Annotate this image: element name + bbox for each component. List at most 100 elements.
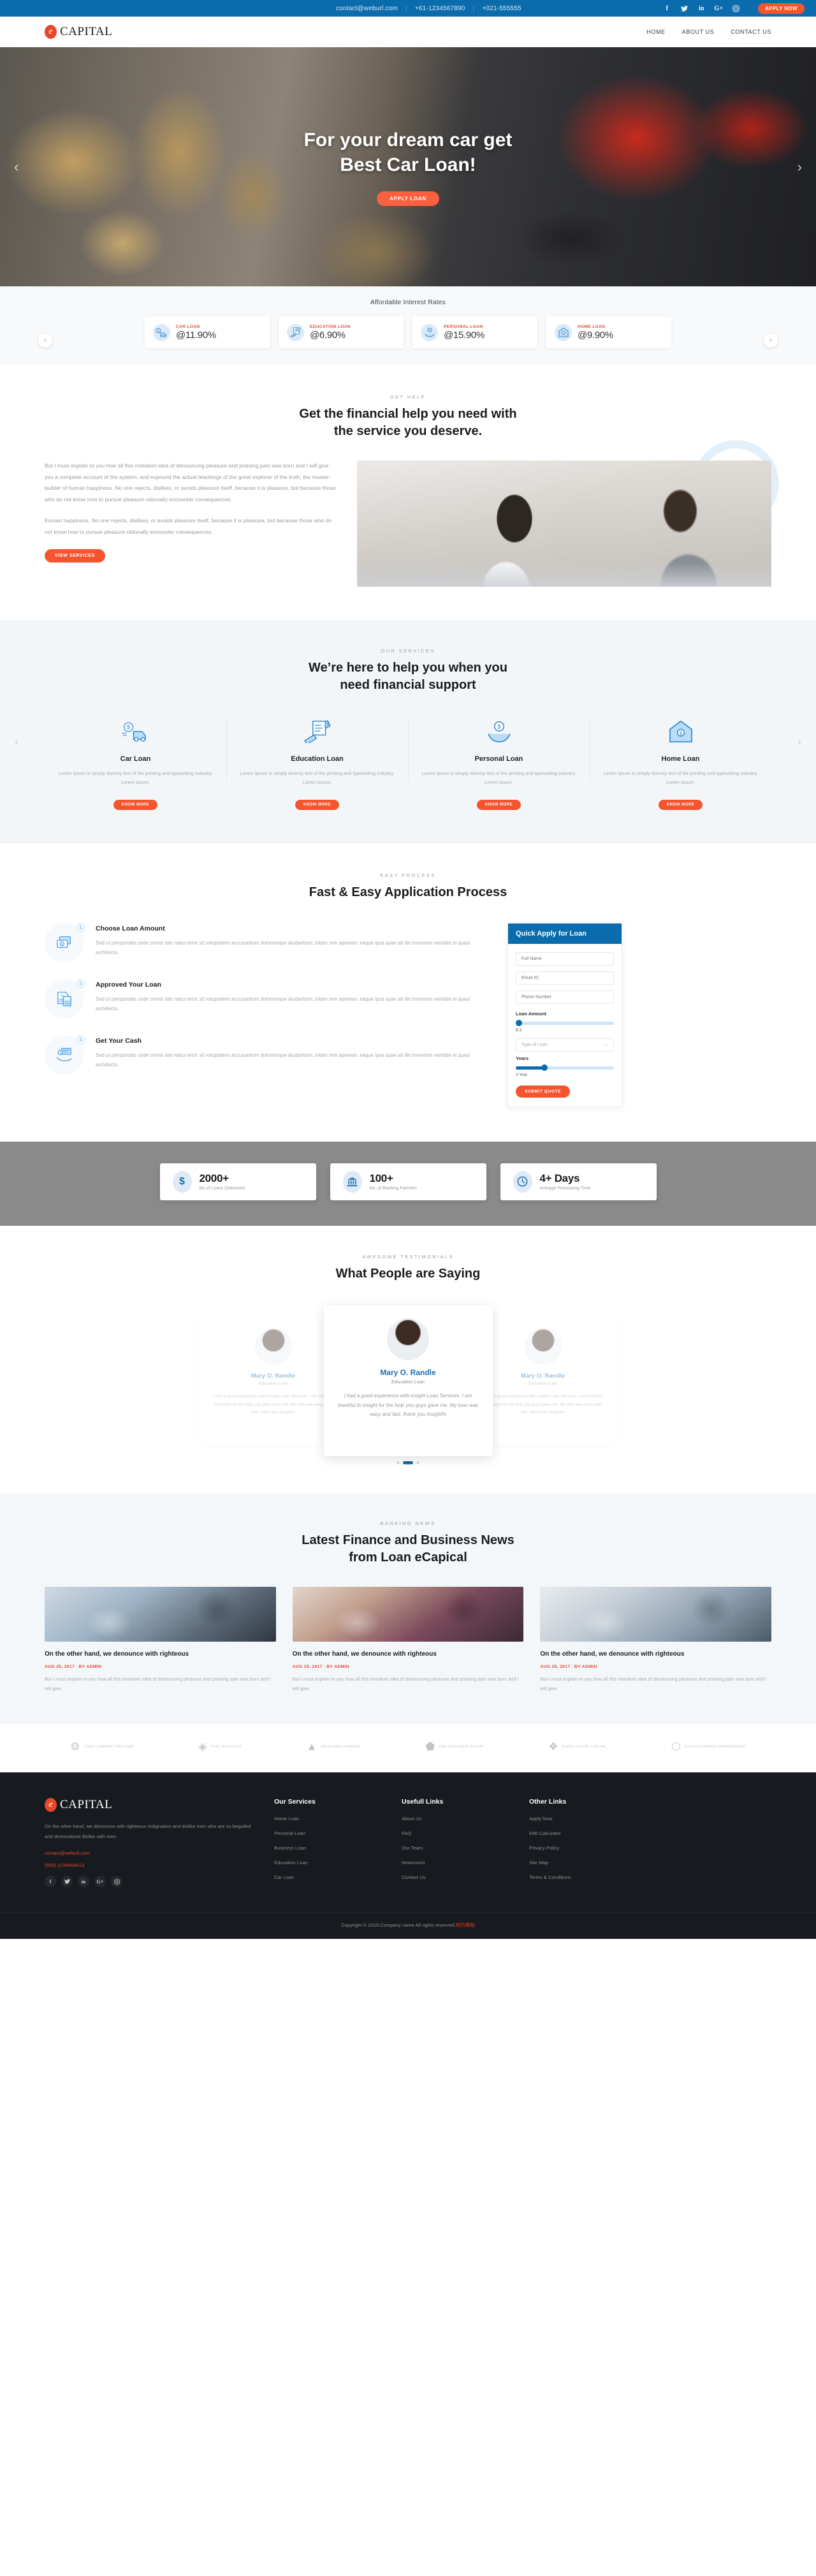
footer-link[interactable]: FAQ: [402, 1830, 510, 1836]
news-card-meta: AUG 25, 2017 | BY ADMIN: [540, 1665, 771, 1669]
service-description: Lorem Ipsum is simply dummy text of the …: [58, 770, 213, 786]
twitter-icon[interactable]: [680, 4, 688, 13]
dollar-icon: $: [172, 1170, 192, 1193]
full-name-input[interactable]: [516, 952, 614, 966]
apply-loan-button[interactable]: APPLY LOAN: [377, 191, 439, 206]
hero-next-arrow[interactable]: ›: [798, 159, 802, 175]
process-step: $ 1 Choose Loan Amount Sed ut perspiciat…: [45, 922, 491, 962]
loan-amount-slider[interactable]: [516, 1019, 614, 1026]
facebook-icon[interactable]: f: [45, 1876, 56, 1888]
partners-list: ⚙ LOAN COMPANY PARTNER ◈ FOAL INVESTOR ▲…: [45, 1741, 771, 1753]
footer-link[interactable]: Personal Loan: [274, 1830, 382, 1836]
instagram-icon[interactable]: [111, 1876, 122, 1888]
education-loan-icon: $: [237, 717, 398, 746]
top-bar-email[interactable]: contact@weburl.com: [328, 5, 405, 12]
personal-loan-icon: $: [421, 323, 438, 341]
logo-text: CAPITAL: [60, 1798, 113, 1812]
footer-link[interactable]: Contact Us: [402, 1874, 510, 1880]
twitter-icon[interactable]: [61, 1876, 73, 1888]
partner-logo: ⬟ ONE PROVIDER GROUP: [425, 1741, 483, 1753]
footer-link[interactable]: About Us: [402, 1816, 510, 1822]
hero-prev-arrow[interactable]: ‹: [14, 159, 18, 175]
pagination-dot-active[interactable]: [403, 1461, 413, 1464]
quick-apply-heading: Quick Apply for Loan: [508, 923, 622, 944]
site-logo[interactable]: e CAPITAL: [45, 25, 112, 39]
years-slider[interactable]: [516, 1064, 614, 1071]
news-card[interactable]: On the other hand, we denounce with righ…: [540, 1586, 772, 1693]
footer-link[interactable]: Business Loan: [274, 1845, 382, 1851]
services-prev-arrow[interactable]: ‹: [10, 736, 23, 749]
stat-label: Average Processing Time: [539, 1186, 591, 1191]
partner-logo: ❖ PLACE HOUSE CAPITAL: [548, 1741, 606, 1753]
footer-link[interactable]: Site Map: [529, 1860, 638, 1866]
instagram-icon[interactable]: [732, 4, 740, 13]
know-more-button[interactable]: KNOW MORE: [658, 799, 703, 810]
rate-card[interactable]: EDUCATION LOAN @6.90%: [279, 316, 404, 348]
footer-link[interactable]: Privacy Policy: [529, 1845, 638, 1851]
rates-prev-arrow[interactable]: ‹: [38, 333, 52, 348]
footer-link[interactable]: Education Loan: [274, 1860, 382, 1866]
news-card[interactable]: On the other hand, we denounce with righ…: [292, 1586, 524, 1693]
avatar: [524, 1328, 562, 1365]
service-name: Home Loan: [661, 755, 700, 763]
linkedin-icon[interactable]: in: [78, 1876, 89, 1888]
top-bar-phone-1[interactable]: +61-1234567890: [407, 5, 473, 12]
pagination-dot[interactable]: [397, 1461, 400, 1464]
clock-icon: [513, 1170, 532, 1193]
submit-quote-button[interactable]: SUBMIT QUOTE: [516, 1085, 571, 1098]
footer-column-other-links: Other Links Apply Now EMI Calculator Pri…: [529, 1798, 638, 1889]
stat-number: 4+ Days: [539, 1172, 580, 1185]
loan-type-select[interactable]: Type of Loan ⌄: [516, 1038, 614, 1052]
footer-link[interactable]: EMI Calculator: [529, 1830, 638, 1836]
footer-logo[interactable]: e CAPITAL: [45, 1798, 255, 1813]
news-title-line-2: from Loan eCapical: [349, 1550, 467, 1564]
footer-link[interactable]: Newsroom: [402, 1860, 510, 1866]
top-bar-phone-2[interactable]: +021-555555: [474, 5, 528, 12]
svg-text:$: $: [326, 722, 329, 726]
partner-name: ONE PROVIDER GROUP: [439, 1744, 484, 1749]
rate-card[interactable]: $ PERSONAL LOAN @15.90%: [412, 316, 537, 348]
slider-knob[interactable]: [516, 1019, 522, 1026]
footer-link[interactable]: Car Loan: [274, 1874, 382, 1880]
svg-text:$: $: [428, 328, 430, 332]
footer-link[interactable]: Terms & Conditions: [529, 1874, 638, 1880]
rate-card[interactable]: $ CAR LOAN @11.90%: [145, 316, 270, 348]
nav-item-about-us[interactable]: ABOUT US: [682, 29, 715, 35]
footer-phone[interactable]: (555) 1234564513: [45, 1862, 255, 1868]
googleplus-icon[interactable]: G+: [714, 4, 723, 13]
facebook-icon[interactable]: f: [663, 4, 671, 13]
know-more-button[interactable]: KNOW MORE: [476, 799, 521, 810]
googleplus-icon[interactable]: G+: [94, 1876, 106, 1888]
slider-knob[interactable]: [541, 1064, 548, 1071]
svg-text:$: $: [563, 332, 564, 334]
footer-link[interactable]: Apply Now: [529, 1816, 638, 1822]
service-card: $ Education Loan Lorem Ipsum is simply d…: [226, 717, 408, 810]
view-services-button[interactable]: VIEW SERVICES: [45, 548, 105, 563]
stat-number: 100+: [369, 1172, 393, 1185]
apply-now-button-top[interactable]: APPLY NOW: [757, 3, 805, 14]
step-number: 1: [76, 922, 85, 932]
pagination-dot[interactable]: [416, 1461, 419, 1464]
rate-card[interactable]: $ HOME LOAN @9.90%: [546, 316, 671, 348]
linkedin-icon[interactable]: in: [697, 4, 706, 13]
know-more-button[interactable]: KNOW MORE: [113, 799, 158, 810]
rate-value: @9.90%: [578, 329, 613, 341]
know-more-button[interactable]: KNOW MORE: [295, 799, 340, 810]
footer-link[interactable]: Our Team: [402, 1845, 510, 1851]
nav-item-contact-us[interactable]: CONTACT US: [731, 29, 771, 35]
phone-input[interactable]: [516, 990, 614, 1004]
testimonial-quote: I had a good experience with insight Loa…: [337, 1392, 479, 1418]
svg-text:$: $: [127, 724, 130, 730]
step-number: 3: [76, 1034, 85, 1045]
nav-item-home[interactable]: HOME: [646, 29, 665, 35]
rates-next-arrow[interactable]: ›: [764, 333, 778, 348]
footer-link[interactable]: Home Loan: [274, 1816, 382, 1822]
footer-email[interactable]: contact@weburl.com: [45, 1850, 255, 1856]
stat-number: 2000+: [199, 1172, 229, 1185]
services-next-arrow[interactable]: ›: [793, 736, 806, 749]
news-card[interactable]: On the other hand, we denounce with righ…: [45, 1586, 276, 1693]
email-input[interactable]: [516, 971, 614, 985]
stat-card: 100+ No. of Banking Partners: [330, 1163, 486, 1200]
footer-column-heading: Our Services: [274, 1798, 316, 1806]
partner-mark-icon: ⬟: [425, 1741, 435, 1753]
